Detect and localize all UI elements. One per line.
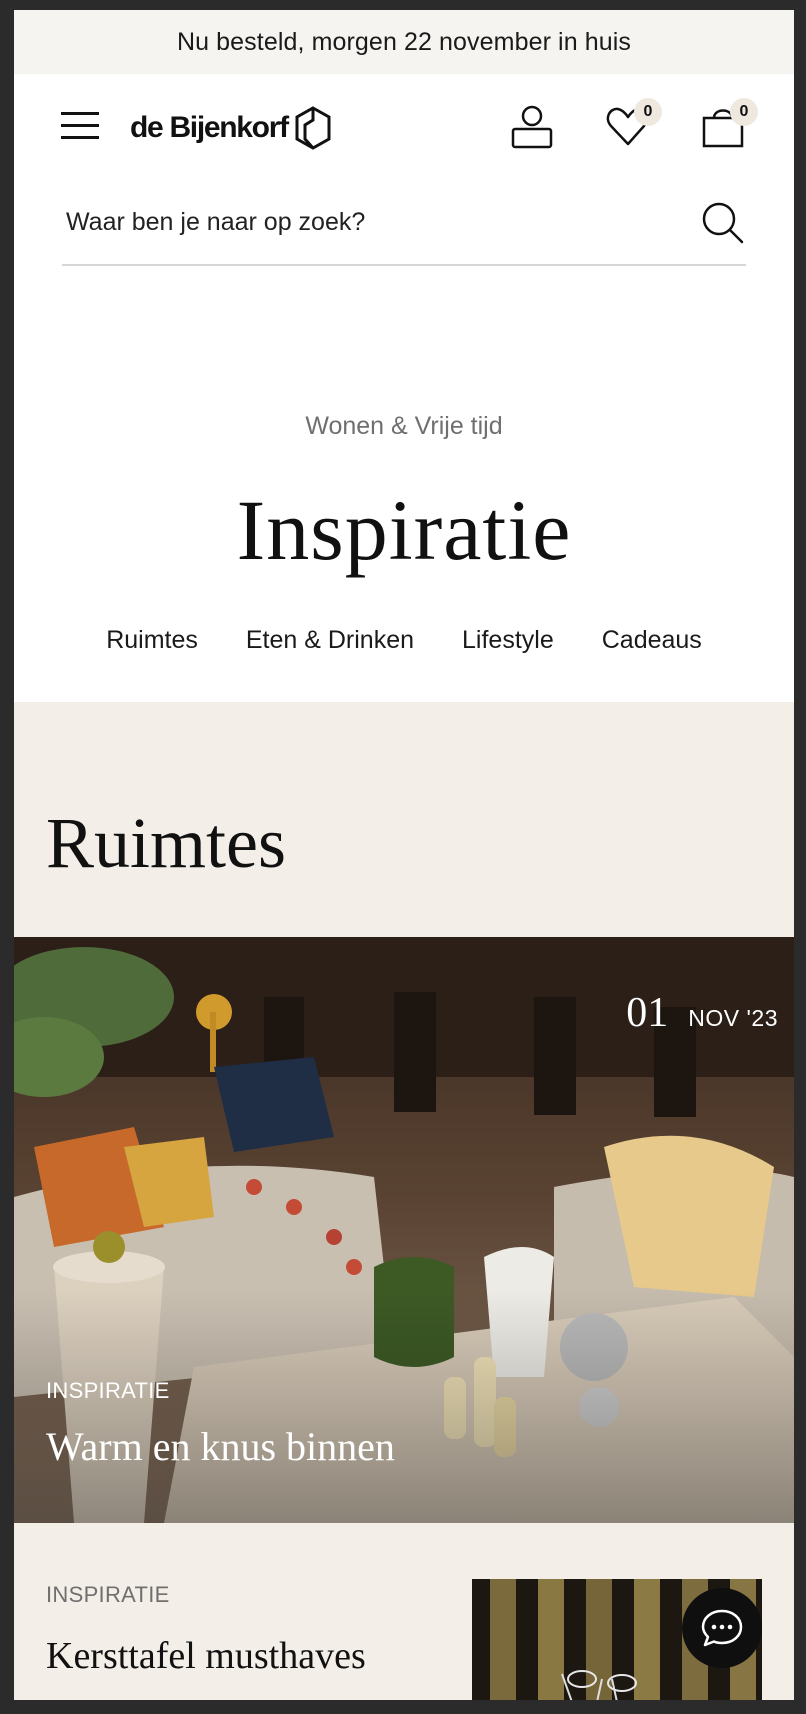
article-date-day: 01 (626, 990, 669, 1036)
account-icon[interactable] (508, 104, 556, 150)
cart-count-badge: 0 (730, 98, 758, 126)
chat-icon (701, 1609, 743, 1647)
article-category-label: INSPIRATIE (46, 1378, 170, 1403)
bijenkorf-logo-icon (295, 106, 331, 150)
ruimtes-section: Ruimtes 01 NOV '23 INSPIRATIE Warm en kn… (14, 702, 794, 1700)
second-article-category-label: INSPIRATIE (46, 1582, 170, 1607)
search-icon[interactable] (700, 200, 746, 246)
site-header: de Bijenkorf 0 0 (14, 74, 794, 180)
promo-bar[interactable]: Nu besteld, morgen 22 november in huis (14, 10, 794, 74)
promo-text: Nu besteld, morgen 22 november in huis (176, 27, 632, 56)
featured-article-card[interactable]: 01 NOV '23 INSPIRATIE Warm en knus binne… (14, 937, 794, 1523)
page-frame: Nu besteld, morgen 22 november in huis d… (14, 10, 794, 1700)
section-title: Ruimtes (46, 803, 287, 883)
article-title: Warm en knus binnen (46, 1424, 395, 1469)
category-link-lifestyle[interactable]: Lifestyle (462, 626, 554, 655)
menu-icon[interactable] (61, 112, 101, 140)
chat-button[interactable] (682, 1588, 762, 1668)
search-input[interactable] (62, 180, 662, 264)
page-eyebrow: Wonen & Vrije tijd (305, 412, 503, 440)
category-link-cadeaus[interactable]: Cadeaus (602, 626, 702, 655)
search-bar (62, 180, 746, 266)
category-link-ruimtes[interactable]: Ruimtes (106, 626, 198, 655)
article-date: 01 NOV '23 (626, 989, 778, 1037)
wishlist-count-badge: 0 (634, 98, 662, 126)
second-article-title[interactable]: Kersttafel musthaves (46, 1634, 366, 1678)
article-date-month: NOV '23 (688, 1005, 778, 1031)
category-nav: Ruimtes Eten & Drinken Lifestyle Cadeaus (14, 626, 794, 655)
wishlist-button[interactable]: 0 (604, 98, 662, 150)
category-link-eten-drinken[interactable]: Eten & Drinken (246, 626, 414, 655)
logo-text: de Bijenkorf (130, 111, 289, 144)
site-logo[interactable]: de Bijenkorf (130, 106, 332, 150)
cart-button[interactable]: 0 (700, 98, 758, 150)
page-title: Inspiratie (236, 482, 572, 578)
